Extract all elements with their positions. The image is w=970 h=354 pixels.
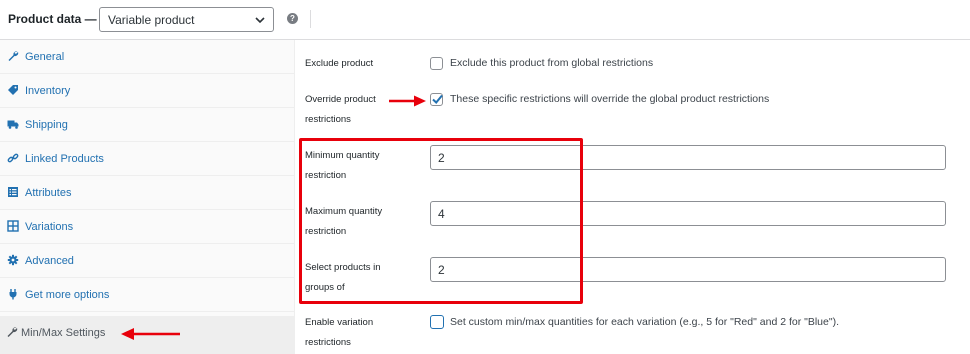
tab-label: Get more options	[25, 289, 110, 301]
tab-label: Linked Products	[25, 153, 104, 165]
help-icon[interactable]: ?	[287, 13, 298, 24]
tab-advanced[interactable]: Advanced	[0, 244, 295, 278]
tab-label: Inventory	[25, 85, 71, 97]
wrench-icon	[7, 327, 18, 337]
header-divider	[310, 10, 311, 28]
chevron-down-icon	[255, 17, 265, 24]
tab-get-more-options[interactable]: Get more options	[0, 278, 295, 312]
plugin-icon	[9, 289, 17, 300]
variation-label-line2: restrictions	[305, 337, 351, 348]
tab-linked-products[interactable]: Linked Products	[0, 142, 295, 176]
override-label-line2: restrictions	[305, 114, 351, 125]
annotation-arrow-left-icon	[121, 328, 180, 340]
override-restrictions-checkbox[interactable]	[430, 93, 443, 106]
truck-icon	[7, 120, 19, 129]
variation-restrictions-description: Set custom min/max quantities for each v…	[450, 316, 840, 328]
tab-shipping[interactable]: Shipping	[0, 108, 295, 142]
tab-label: Attributes	[25, 187, 72, 199]
list-icon	[8, 187, 18, 197]
tag-icon	[8, 85, 18, 95]
tab-inventory[interactable]: Inventory	[0, 74, 295, 108]
tab-attributes[interactable]: Attributes	[0, 176, 295, 210]
annotation-arrow-right-icon	[389, 95, 426, 107]
checkmark-icon	[432, 94, 443, 104]
tab-label: Advanced	[25, 255, 74, 267]
variation-restrictions-checkbox[interactable]	[430, 315, 444, 329]
override-restrictions-description: These specific restrictions will overrid…	[450, 93, 770, 105]
product-type-value: Variable product	[108, 13, 195, 27]
tab-label: Shipping	[25, 119, 68, 131]
annotation-highlight-box	[299, 138, 583, 304]
product-type-select[interactable]: Variable product	[99, 7, 274, 32]
link-icon	[7, 153, 19, 163]
tab-general[interactable]: General	[0, 40, 295, 74]
tab-label: Min/Max Settings	[21, 327, 106, 339]
wrench-icon	[8, 51, 19, 61]
product-data-header: Product data — Variable product ?	[0, 0, 970, 40]
variation-label-line1: Enable variation	[305, 317, 374, 328]
exclude-product-description: Exclude this product from global restric…	[450, 57, 654, 69]
tab-label: Variations	[25, 221, 74, 233]
product-data-title: Product data —	[8, 12, 97, 26]
grid-icon	[7, 220, 19, 232]
product-data-tabs: General Inventory Shipping Linked Produc…	[0, 40, 295, 354]
tab-label: General	[25, 51, 65, 63]
gear-icon	[7, 254, 19, 266]
exclude-product-label: Exclude product	[305, 58, 374, 69]
tab-variations[interactable]: Variations	[0, 210, 295, 244]
exclude-product-checkbox[interactable]	[430, 57, 443, 70]
